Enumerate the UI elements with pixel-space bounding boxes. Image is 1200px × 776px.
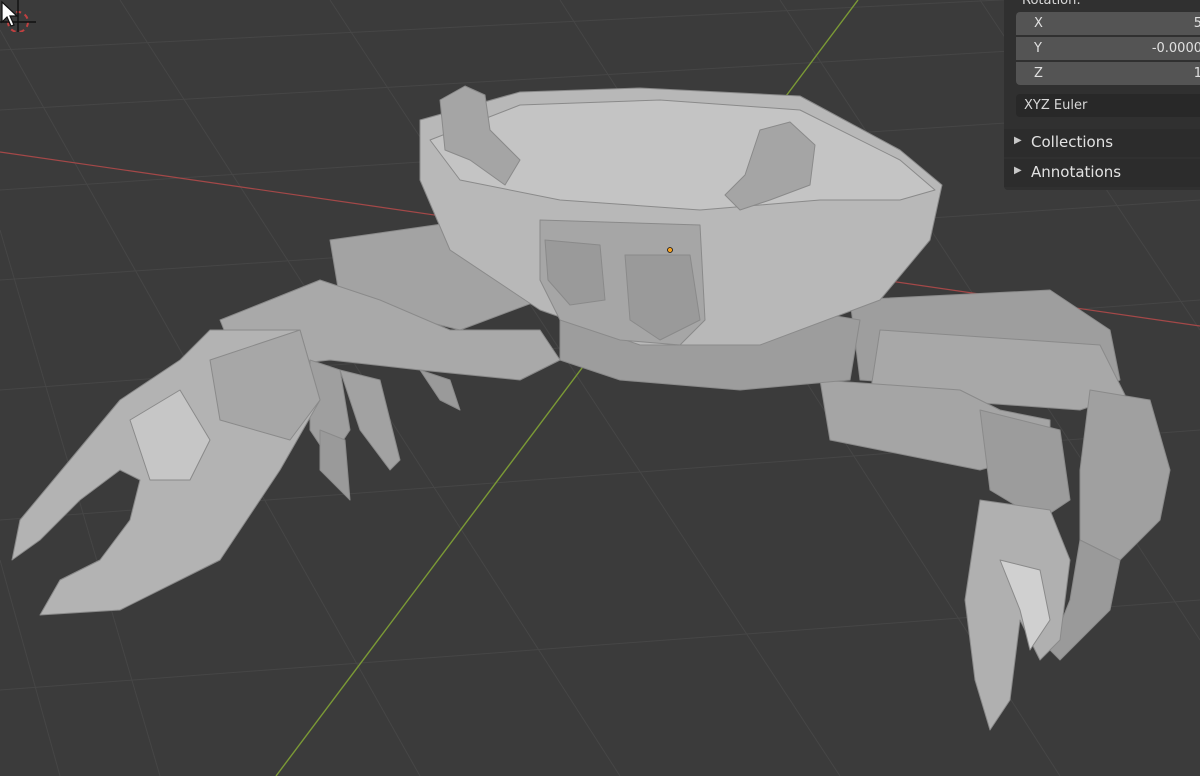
rotation-z-axis: Z: [1034, 66, 1043, 81]
crab-model: [11, 85, 1171, 731]
rotation-z-field[interactable]: Z 1: [1016, 62, 1200, 85]
rotation-y-value: -0.0000: [1151, 41, 1200, 56]
triangle-right-icon: ▶: [1014, 165, 1022, 176]
rotation-y-axis: Y: [1034, 41, 1042, 56]
collections-panel-header[interactable]: ▶ Collections: [1004, 129, 1200, 157]
origin-dot-icon: [667, 247, 673, 253]
rotation-z-value: 1: [1193, 66, 1200, 81]
rotation-y-field[interactable]: Y -0.0000: [1016, 37, 1200, 60]
collections-label: Collections: [1031, 133, 1114, 151]
sidebar-n-panel: Rotation: X 5 Y -0.0000 Z 1 XYZ Euler ▶ …: [1004, 0, 1200, 190]
annotations-label: Annotations: [1031, 163, 1122, 181]
3d-viewport[interactable]: Rotation: X 5 Y -0.0000 Z 1 XYZ Euler ▶ …: [0, 0, 1200, 776]
rotation-x-value: 5: [1193, 16, 1200, 31]
triangle-right-icon: ▶: [1014, 135, 1022, 146]
rotation-x-field[interactable]: X 5: [1016, 12, 1200, 35]
rotation-x-axis: X: [1034, 16, 1043, 31]
mouse-pointer-icon: [1, 0, 19, 27]
annotations-panel-header[interactable]: ▶ Annotations: [1004, 159, 1200, 187]
rotation-label: Rotation:: [1022, 0, 1081, 8]
rotation-mode-dropdown[interactable]: XYZ Euler: [1016, 94, 1200, 117]
